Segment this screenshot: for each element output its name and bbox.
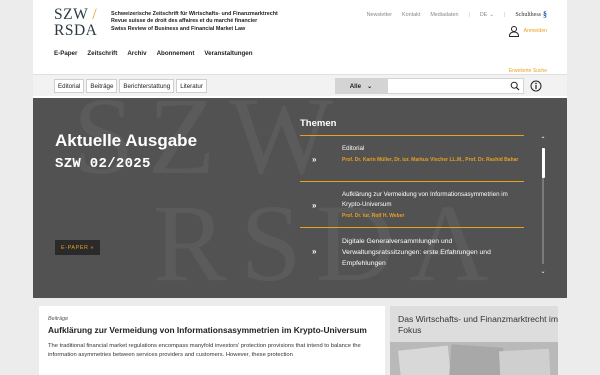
- language-label: DE: [479, 11, 488, 18]
- double-chevron-right-icon: »: [312, 201, 317, 210]
- publisher-name: Schulthess: [515, 11, 541, 18]
- theme-title: Editorial: [342, 145, 365, 152]
- tab-literatur[interactable]: Literatur: [176, 79, 207, 93]
- search-icon[interactable]: [510, 81, 520, 91]
- utility-nav: Newsletter Kontakt Mediadaten | DE ⌄ | S…: [367, 10, 547, 19]
- chevron-down-icon: ⌄: [367, 82, 373, 90]
- double-chevron-right-icon: »: [312, 247, 317, 256]
- tab-editorial[interactable]: Editorial: [54, 79, 85, 93]
- hero-issue: SZW 02/2025: [55, 156, 151, 172]
- tab-beitraege[interactable]: Beiträge: [86, 79, 118, 93]
- login-button[interactable]: Anmelden: [508, 25, 547, 37]
- featured-article[interactable]: Beiträge Aufklärung zur Vermeidung von I…: [39, 306, 385, 375]
- page: SZW / RSDA Schweizerische Zeitschrift fü…: [0, 0, 600, 375]
- theme-authors: Prof. Dr. Karin Müller, Dr. iur. Markus …: [342, 157, 519, 163]
- tagline-en: Swiss Review of Business and Financial M…: [111, 25, 246, 32]
- double-chevron-right-icon: »: [312, 155, 317, 164]
- themes-list: Themen » Editorial Prof. Dr. Karin Mülle…: [300, 118, 524, 275]
- logo-line-2: RSDA: [54, 22, 98, 39]
- article-title[interactable]: Aufklärung zur Vermeidung von Informatio…: [48, 325, 376, 336]
- nav-abonnement[interactable]: Abonnement: [157, 50, 195, 57]
- nav-zeitschrift[interactable]: Zeitschrift: [87, 50, 117, 57]
- scrollbar-thumb[interactable]: [541, 148, 545, 178]
- nav-veranstaltungen[interactable]: Veranstaltungen: [204, 50, 252, 57]
- tagline-fr: Revue suisse de droit des affaires et du…: [111, 18, 258, 25]
- chevron-down-icon: ⌄: [489, 11, 494, 18]
- chevron-down-icon[interactable]: ⌄: [539, 268, 547, 276]
- site-header: SZW / RSDA Schweizerische Zeitschrift fü…: [33, 0, 567, 68]
- kontakt-link[interactable]: Kontakt: [402, 12, 420, 18]
- divider: |: [503, 11, 506, 18]
- main-nav: E-Paper Zeitschrift Archiv Abonnement Ve…: [54, 50, 253, 57]
- info-icon[interactable]: [530, 80, 542, 92]
- logo-slash: /: [92, 6, 98, 23]
- hero-title: Aktuelle Ausgabe: [55, 131, 198, 150]
- current-issue-hero: SZW RSDA Aktuelle Ausgabe SZW 02/2025 E-…: [33, 98, 567, 298]
- promo-title: Das Wirtschafts- und Finanzmarktrecht im…: [398, 314, 558, 335]
- language-selector[interactable]: DE ⌄: [480, 12, 494, 18]
- tagline: Schweizerische Zeitschrift für Wirtschaf…: [111, 11, 278, 33]
- promo-card[interactable]: Das Wirtschafts- und Finanzmarktrecht im…: [390, 306, 558, 375]
- divider: |: [468, 11, 470, 18]
- themes-title: Themen: [300, 118, 337, 129]
- nav-archiv[interactable]: Archiv: [127, 50, 146, 57]
- nav-epaper[interactable]: E-Paper: [54, 50, 77, 57]
- search-input[interactable]: [387, 78, 524, 94]
- search-scope-select[interactable]: Alle ⌄: [335, 78, 387, 94]
- search-scope-label: Alle: [349, 82, 362, 90]
- site-shell: SZW / RSDA Schweizerische Zeitschrift fü…: [33, 0, 567, 375]
- theme-title: Aufklärung zur Vermeidung von Informatio…: [342, 191, 508, 208]
- tagline-de: Schweizerische Zeitschrift für Wirtschaf…: [111, 11, 278, 17]
- search-toolbar: Editorial Beiträge Berichterstattung Lit…: [33, 74, 567, 96]
- user-icon: [508, 26, 519, 37]
- chevron-up-icon[interactable]: ⌃: [539, 136, 547, 144]
- article-body: The traditional financial market regulat…: [48, 343, 361, 358]
- article-kicker: Beiträge: [48, 316, 69, 322]
- journal-cover-image: [398, 345, 452, 375]
- category-tabs: Editorial Beiträge Berichterstattung Lit…: [54, 79, 207, 93]
- theme-authors: Prof. Dr. iur. Rolf H. Weber: [342, 213, 405, 219]
- logo-line-1: SZW: [54, 6, 88, 23]
- newsletter-link[interactable]: Newsletter: [367, 12, 392, 18]
- theme-item[interactable]: » Aufklärung zur Vermeidung von Informat…: [300, 181, 524, 227]
- journal-cover-image: [498, 348, 552, 375]
- theme-item[interactable]: » Editorial Prof. Dr. Karin Müller, Dr. …: [300, 135, 524, 181]
- publisher-logo[interactable]: Schulthess §: [515, 10, 547, 19]
- journal-cover-image: [448, 344, 504, 375]
- tab-berichterstattung[interactable]: Berichterstattung: [119, 79, 175, 93]
- mediadaten-link[interactable]: Mediadaten: [430, 12, 458, 18]
- themes-scrollbar[interactable]: ⌃ ⌄: [539, 136, 547, 276]
- theme-title: Digitale Generalversammlungen und Verwal…: [342, 238, 491, 267]
- content-section: Beiträge Aufklärung zur Vermeidung von I…: [33, 298, 567, 375]
- login-label: Anmelden: [523, 28, 547, 34]
- promo-image: [390, 342, 558, 375]
- logo[interactable]: SZW / RSDA: [54, 7, 104, 41]
- theme-item[interactable]: » Digitale Generalversammlungen und Verw…: [300, 227, 524, 275]
- paragraph-icon: §: [543, 10, 547, 19]
- epaper-button[interactable]: E-PAPER »: [55, 240, 101, 255]
